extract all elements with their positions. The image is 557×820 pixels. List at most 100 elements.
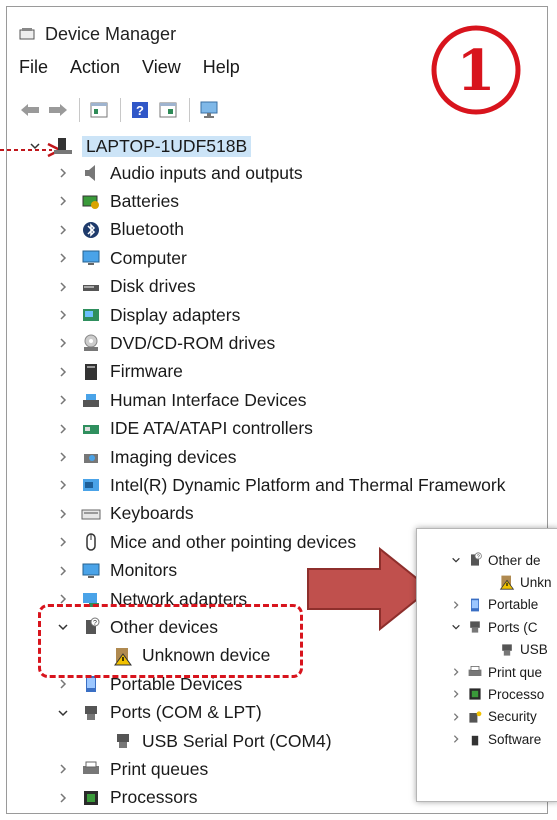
hid-icon xyxy=(80,390,102,410)
title-bar: Device Manager xyxy=(19,21,176,47)
tree-category-item[interactable]: IDE ATA/ATAPI controllers xyxy=(56,416,313,442)
inset-item-label: Security xyxy=(488,709,537,725)
tree-item-label: Imaging devices xyxy=(110,446,237,467)
chevron-right-icon[interactable] xyxy=(56,478,70,492)
tree-category-item[interactable]: Imaging devices xyxy=(56,444,236,470)
help-icon[interactable]: ? xyxy=(129,99,151,121)
chevron-down-icon[interactable] xyxy=(451,622,461,632)
tree-category-item[interactable]: Intel(R) Dynamic Platform and Thermal Fr… xyxy=(56,472,505,498)
menu-view[interactable]: View xyxy=(142,57,181,78)
tree-item-label: USB Serial Port (COM4) xyxy=(142,730,332,751)
chevron-right-icon[interactable] xyxy=(56,535,70,549)
forward-arrow-icon[interactable] xyxy=(47,99,69,121)
inset-tree-item[interactable]: ? Other de xyxy=(451,549,541,571)
mouse-icon xyxy=(80,532,102,552)
tree-category-item[interactable]: Display adapters xyxy=(56,302,240,328)
inset-item-label: Print que xyxy=(488,664,543,680)
inset-tree-item[interactable]: Print que xyxy=(451,661,542,683)
chevron-right-icon[interactable] xyxy=(451,734,461,744)
inset-tree-item[interactable]: Security xyxy=(451,706,537,728)
speaker-icon xyxy=(80,163,102,183)
chevron-right-icon[interactable] xyxy=(56,166,70,180)
chevron-right-icon[interactable] xyxy=(56,308,70,322)
chevron-right-icon[interactable] xyxy=(56,791,70,805)
processor-icon xyxy=(467,686,483,702)
inset-item-label: Other de xyxy=(488,552,541,568)
chevron-right-icon[interactable] xyxy=(56,194,70,208)
chevron-right-icon[interactable] xyxy=(56,507,70,521)
menu-action[interactable]: Action xyxy=(70,57,120,78)
tree-item-label: Bluetooth xyxy=(110,219,184,240)
chevron-down-icon[interactable] xyxy=(56,706,70,720)
inset-tree-item[interactable]: Unkn xyxy=(499,571,552,593)
chevron-right-icon[interactable] xyxy=(451,667,461,677)
printer-icon xyxy=(80,759,102,779)
update-driver-icon[interactable] xyxy=(157,99,179,121)
scan-hardware-icon[interactable] xyxy=(198,99,220,121)
tree-category-item[interactable]: Ports (COM & LPT) xyxy=(56,700,262,726)
tree-item-label: Display adapters xyxy=(110,304,241,325)
chevron-right-icon[interactable] xyxy=(56,450,70,464)
inset-tree-item[interactable]: Software xyxy=(451,728,541,750)
inset-item-label: Software xyxy=(488,731,542,747)
tree-item-label: Disk drives xyxy=(110,276,196,297)
chevron-down-icon[interactable] xyxy=(28,139,42,153)
chevron-right-icon[interactable] xyxy=(451,689,461,699)
chevron-right-icon[interactable] xyxy=(56,393,70,407)
chevron-right-icon[interactable] xyxy=(56,677,70,691)
tree-category-item[interactable]: Firmware xyxy=(56,359,183,385)
zoomed-tree-inset: ? Other de Unkn Portable Ports (C USB Print qu… xyxy=(416,528,557,802)
port-icon xyxy=(499,642,515,658)
inset-tree-item[interactable]: Processo xyxy=(451,683,544,705)
disk-drive-icon xyxy=(80,277,102,297)
chevron-right-icon[interactable] xyxy=(451,712,461,722)
chevron-right-icon[interactable] xyxy=(56,564,70,578)
tree-category-item[interactable]: DVD/CD-ROM drives xyxy=(56,330,275,356)
tree-item-label: Processors xyxy=(110,787,198,808)
tree-category-item[interactable]: Computer xyxy=(56,245,187,271)
menu-help[interactable]: Help xyxy=(203,57,240,78)
tree-category-item[interactable]: Batteries xyxy=(56,188,179,214)
port-icon xyxy=(112,731,134,751)
software-icon xyxy=(467,731,483,747)
chevron-right-icon[interactable] xyxy=(56,280,70,294)
back-arrow-icon[interactable] xyxy=(19,99,41,121)
firmware-icon xyxy=(80,362,102,382)
tree-item-label: Batteries xyxy=(110,190,180,211)
toolbar: ? xyxy=(19,95,226,125)
chevron-right-icon[interactable] xyxy=(451,600,461,610)
chevron-right-icon[interactable] xyxy=(56,223,70,237)
chevron-right-icon[interactable] xyxy=(56,422,70,436)
tree-category-item[interactable]: Print queues xyxy=(56,756,208,782)
chevron-right-icon[interactable] xyxy=(56,251,70,265)
tree-category-item[interactable]: Human Interface Devices xyxy=(56,387,306,413)
step-number-badge: 1 xyxy=(431,25,521,115)
tree-item-label: Computer xyxy=(110,247,187,268)
tree-item-label: Firmware xyxy=(110,361,183,382)
inset-tree-item[interactable]: Portable xyxy=(451,594,538,616)
inset-tree-item[interactable]: Ports (C xyxy=(451,616,538,638)
device-manager-icon xyxy=(19,28,35,40)
processor-icon xyxy=(80,788,102,808)
menu-bar: File Action View Help xyxy=(19,57,262,78)
chevron-right-icon[interactable] xyxy=(56,336,70,350)
tree-item-label: Print queues xyxy=(110,758,209,779)
tree-root[interactable]: LAPTOP-1UDF518B xyxy=(28,133,252,159)
chevron-down-icon[interactable] xyxy=(451,555,461,565)
menu-file[interactable]: File xyxy=(19,57,48,78)
tree-category-item[interactable]: Bluetooth xyxy=(56,217,184,243)
tree-category-item[interactable]: Audio inputs and outputs xyxy=(56,160,303,186)
tree-category-item[interactable]: Monitors xyxy=(56,558,177,584)
bluetooth-icon xyxy=(80,220,102,240)
chevron-right-icon[interactable] xyxy=(56,762,70,776)
properties-icon[interactable] xyxy=(88,99,110,121)
tree-child-item[interactable]: USB Serial Port (COM4) xyxy=(112,728,332,754)
tree-category-item[interactable]: Disk drives xyxy=(56,274,196,300)
inset-tree-item[interactable]: USB xyxy=(499,639,548,661)
window-title: Device Manager xyxy=(45,23,177,44)
tree-category-item[interactable]: Processors xyxy=(56,785,198,811)
tree-item-label: Monitors xyxy=(110,560,178,581)
chevron-right-icon[interactable] xyxy=(56,365,70,379)
tree-item-label: Intel(R) Dynamic Platform and Thermal Fr… xyxy=(110,474,506,495)
tree-category-item[interactable]: Keyboards xyxy=(56,501,194,527)
